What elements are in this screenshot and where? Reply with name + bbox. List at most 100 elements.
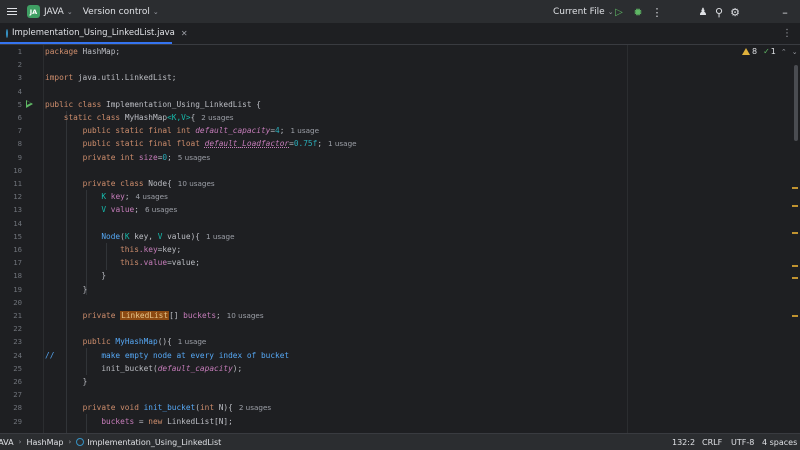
code-text[interactable]: static class MyHashMap<K,V>{2 usages bbox=[45, 111, 234, 124]
line-number: 21 bbox=[13, 311, 22, 320]
line-number: 16 bbox=[13, 245, 22, 254]
caret-position[interactable]: 132:2 bbox=[672, 434, 695, 450]
add-user-icon[interactable]: ♟ bbox=[695, 0, 711, 24]
file-encoding[interactable]: UTF-8 bbox=[731, 434, 754, 450]
line-number: 29 bbox=[13, 416, 22, 426]
code-text[interactable]: package HashMap; bbox=[45, 45, 120, 58]
line-number: 20 bbox=[13, 297, 22, 307]
code-token: [] bbox=[169, 311, 184, 320]
breadcrumb-item[interactable]: HashMap bbox=[26, 438, 63, 447]
line-number: 26 bbox=[13, 377, 22, 386]
usage-hint[interactable]: 1 usage bbox=[206, 232, 235, 241]
keyword: import bbox=[45, 73, 74, 83]
run-gutter-icon[interactable] bbox=[26, 99, 33, 108]
keyword: this bbox=[120, 245, 139, 254]
code-text[interactable]: public static final float default_Loadfa… bbox=[45, 137, 357, 150]
project-badge: JA bbox=[27, 5, 40, 18]
version-control-menu[interactable]: Version control ⌄ bbox=[83, 7, 159, 17]
usage-hint[interactable]: 1 usage bbox=[328, 139, 357, 148]
code-line: 14 bbox=[0, 217, 800, 230]
keyword: public static final int bbox=[82, 126, 191, 136]
run-icon[interactable]: ▷ bbox=[611, 0, 627, 24]
keyword: public class bbox=[45, 99, 102, 109]
code-text[interactable]: this.value=value; bbox=[45, 256, 200, 269]
minimize-icon[interactable]: – bbox=[777, 0, 793, 24]
code-text[interactable]: import java.util.LinkedList; bbox=[45, 71, 176, 84]
number: 0.75f bbox=[293, 139, 318, 149]
code-token: HashMap; bbox=[77, 47, 121, 56]
breadcrumb-item[interactable]: JAVA bbox=[0, 438, 14, 447]
code-line: 13 V value; 6 usages bbox=[0, 203, 800, 216]
code-text[interactable]: public static final int default_capacity… bbox=[45, 124, 319, 137]
code-text[interactable]: this.key=key; bbox=[45, 243, 181, 256]
usage-hint[interactable]: 6 usages bbox=[145, 205, 177, 214]
line-number: 2 bbox=[17, 60, 22, 70]
indent-setting[interactable]: 4 spaces bbox=[762, 434, 797, 450]
close-icon[interactable]: ✕ bbox=[181, 29, 188, 38]
more-icon[interactable]: ⋮ bbox=[782, 28, 792, 39]
title-bar: JA JAVA ⌄ Version control ⌄ Current File… bbox=[0, 0, 800, 24]
code-text[interactable]: Node(K key, V value){1 usage bbox=[45, 230, 235, 243]
code-token: key, bbox=[129, 231, 158, 241]
code-text[interactable]: private LinkedList[] buckets; 10 usages bbox=[45, 309, 264, 322]
usage-hint[interactable]: 1 usage bbox=[290, 126, 319, 135]
code-text[interactable]: K key; 4 usages bbox=[45, 190, 168, 203]
debug-icon[interactable]: ✹ bbox=[630, 0, 646, 24]
usage-hint[interactable]: 2 usages bbox=[239, 403, 271, 412]
code-line: 9 private int size=0; 5 usages bbox=[0, 151, 800, 164]
code-line: 7 public static final int default_capaci… bbox=[0, 124, 800, 137]
code-text[interactable]: private class Node{10 usages bbox=[45, 177, 215, 190]
code-text[interactable]: } bbox=[45, 269, 106, 282]
code-token: N){ bbox=[214, 403, 233, 413]
code-text[interactable]: public MyHashMap(){1 usage bbox=[45, 335, 207, 348]
usage-hint[interactable]: 2 usages bbox=[201, 113, 233, 122]
editor-tab-bar: Implementation_Using_LinkedList.java ✕ ⋮ bbox=[0, 24, 800, 45]
line-number: 1 bbox=[17, 47, 22, 56]
settings-icon[interactable]: ⚙ bbox=[727, 0, 743, 24]
code-text[interactable]: buckets = new LinkedList[N]; bbox=[45, 415, 232, 428]
code-token: = bbox=[134, 416, 149, 426]
code-line: 17 this.value=value; bbox=[0, 256, 800, 269]
code-token: java.util.LinkedList; bbox=[73, 73, 177, 83]
line-number: 10 bbox=[13, 165, 22, 175]
code-line: 4 bbox=[0, 85, 800, 98]
line-number: 9 bbox=[17, 152, 22, 162]
code-text[interactable]: // make empty node at every index of buc… bbox=[45, 349, 289, 362]
project-name: JAVA bbox=[44, 6, 64, 17]
usage-hint[interactable]: 4 usages bbox=[136, 192, 168, 201]
code-text[interactable]: init_bucket(default_capacity); bbox=[45, 362, 242, 375]
code-text[interactable]: public class Implementation_Using_Linked… bbox=[45, 98, 261, 111]
search-icon[interactable]: ⚲ bbox=[711, 0, 727, 24]
code-text[interactable]: } bbox=[45, 283, 88, 296]
usage-hint[interactable]: 10 usages bbox=[227, 311, 264, 320]
tab-implementation-file[interactable]: Implementation_Using_LinkedList.java ✕ bbox=[0, 24, 188, 44]
usage-hint[interactable]: 1 usage bbox=[178, 337, 207, 346]
project-selector[interactable]: JA JAVA ⌄ bbox=[21, 5, 73, 18]
code-line: 5 public class Implementation_Using_Link… bbox=[0, 98, 800, 111]
line-number: 27 bbox=[13, 390, 22, 400]
code-line: 27 bbox=[0, 388, 800, 401]
keyword: int bbox=[199, 403, 215, 413]
code-text[interactable]: private void init_bucket(int N){2 usages bbox=[45, 401, 272, 414]
menu-icon[interactable] bbox=[3, 7, 21, 16]
code-text[interactable]: V value; 6 usages bbox=[45, 203, 177, 216]
line-number: 12 bbox=[13, 192, 22, 202]
run-config-selector[interactable]: Current File ⌄ bbox=[553, 0, 614, 24]
chevron-down-icon: ⌄ bbox=[152, 7, 159, 16]
field: buckets bbox=[183, 311, 217, 320]
type-param: <K,V> bbox=[167, 113, 191, 122]
line-separator[interactable]: CRLF bbox=[702, 434, 722, 450]
code-text[interactable]: } bbox=[45, 375, 88, 388]
line-number: 24 bbox=[13, 350, 22, 360]
run-config-label: Current File bbox=[553, 7, 605, 17]
keyword: public bbox=[82, 337, 111, 347]
code-editor[interactable]: 8 ✓ 1 ⌃ ⌄ 1 package HashMap; 2 3 import … bbox=[0, 45, 800, 433]
field: buckets bbox=[101, 416, 135, 426]
more-icon[interactable]: ⋮ bbox=[649, 0, 665, 24]
code-text[interactable]: private int size=0; 5 usages bbox=[45, 151, 211, 164]
keyword: private class bbox=[82, 179, 144, 188]
breadcrumb-item[interactable]: Implementation_Using_LinkedList bbox=[87, 438, 221, 447]
usage-hint[interactable]: 5 usages bbox=[178, 153, 210, 162]
keyword: private void bbox=[82, 403, 139, 413]
usage-hint[interactable]: 10 usages bbox=[178, 179, 215, 188]
